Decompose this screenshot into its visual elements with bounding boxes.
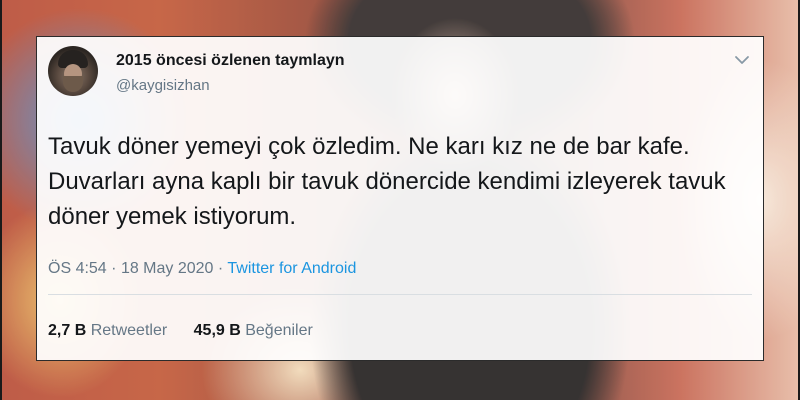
tweet-source-link[interactable]: Twitter for Android <box>227 260 356 277</box>
divider <box>48 294 752 295</box>
likes-label: Beğeniler <box>245 322 313 339</box>
tweet-time[interactable]: ÖS 4:54 <box>48 260 107 277</box>
tweet-date[interactable]: 18 May 2020 <box>121 260 214 277</box>
tweet-stats: 2,7 B Retweetler 45,9 B Beğeniler <box>48 322 335 340</box>
user-handle[interactable]: @kaygisizhan <box>116 77 210 94</box>
tweet-card: 2015 öncesi özlenen taymlayn @kaygisizha… <box>36 36 764 361</box>
tweet-text: Tavuk döner yemeyi çok özledim. Ne karı … <box>48 133 726 230</box>
display-name[interactable]: 2015 öncesi özlenen taymlayn <box>116 52 345 70</box>
retweets-label: Retweetler <box>90 322 168 339</box>
meta-separator: · <box>111 260 117 277</box>
frame-border-left <box>0 0 2 400</box>
likes-count: 45,9 B <box>193 322 241 339</box>
tweet-meta: ÖS 4:54 · 18 May 2020 · Twitter for Andr… <box>48 260 356 278</box>
likes-stat[interactable]: 45,9 B Beğeniler <box>194 322 313 340</box>
retweets-count: 2,7 B <box>48 322 87 339</box>
avatar[interactable] <box>48 46 98 96</box>
screenshot-stage: 2015 öncesi özlenen taymlayn @kaygisizha… <box>0 0 800 400</box>
chevron-down-icon[interactable] <box>733 53 751 67</box>
meta-separator: · <box>217 260 224 277</box>
retweets-stat[interactable]: 2,7 B Retweetler <box>48 322 167 340</box>
avatar-beard <box>63 76 83 92</box>
